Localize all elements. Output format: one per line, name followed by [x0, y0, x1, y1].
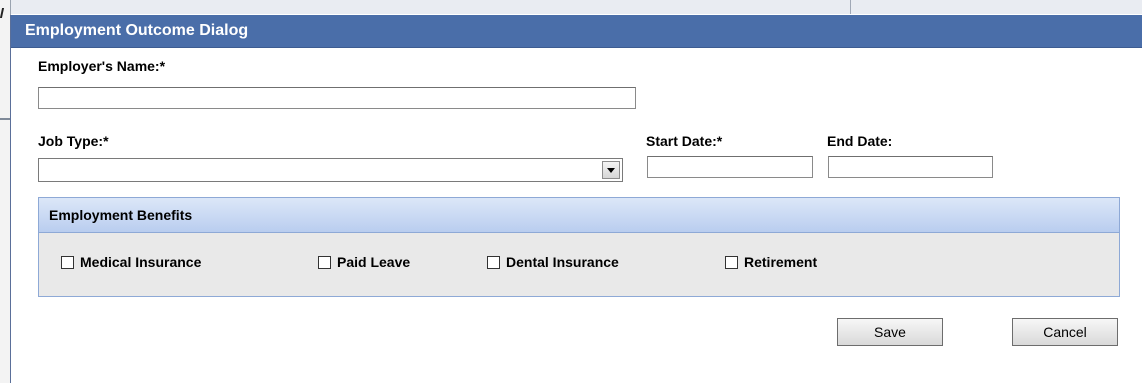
background-line: [0, 118, 10, 120]
background-divider: [850, 0, 851, 14]
benefits-title: Employment Benefits: [49, 207, 193, 223]
benefit-dental-insurance[interactable]: Dental Insurance: [487, 253, 619, 271]
save-button[interactable]: Save: [837, 318, 943, 346]
end-date-label: End Date:: [827, 133, 893, 149]
benefit-medical-insurance[interactable]: Medical Insurance: [61, 253, 201, 271]
job-type-label: Job Type:*: [38, 133, 109, 149]
benefit-label: Paid Leave: [337, 254, 411, 270]
background-glyph: [0, 8, 11, 18]
end-date-input[interactable]: [828, 156, 993, 178]
dialog-title: Employment Outcome Dialog: [25, 22, 249, 39]
dental-insurance-checkbox[interactable]: [487, 255, 500, 269]
page: Employment Outcome Dialog Employer's Nam…: [0, 0, 1142, 383]
dialog-titlebar[interactable]: Employment Outcome Dialog: [11, 15, 1142, 48]
background-window-top: [0, 0, 1142, 14]
paid-leave-checkbox[interactable]: [318, 255, 331, 269]
benefit-label: Dental Insurance: [506, 254, 619, 270]
start-date-label: Start Date:*: [646, 133, 723, 149]
retirement-checkbox[interactable]: [725, 255, 738, 269]
benefits-header: Employment Benefits: [39, 198, 1119, 233]
employment-outcome-dialog: Employment Outcome Dialog Employer's Nam…: [10, 15, 1142, 383]
medical-insurance-checkbox[interactable]: [61, 255, 74, 269]
job-type-select[interactable]: [38, 158, 623, 182]
benefit-paid-leave[interactable]: Paid Leave: [318, 253, 410, 271]
benefit-retirement[interactable]: Retirement: [725, 253, 817, 271]
start-date-input[interactable]: [647, 156, 813, 178]
chevron-down-icon[interactable]: [602, 161, 620, 179]
benefit-label: Medical Insurance: [80, 254, 202, 270]
employment-benefits-panel: Employment Benefits Medical Insurance Pa…: [38, 197, 1120, 297]
cancel-button[interactable]: Cancel: [1012, 318, 1118, 346]
benefit-label: Retirement: [744, 254, 818, 270]
employer-name-label: Employer's Name:*: [38, 58, 166, 74]
employer-name-input[interactable]: [38, 87, 636, 109]
